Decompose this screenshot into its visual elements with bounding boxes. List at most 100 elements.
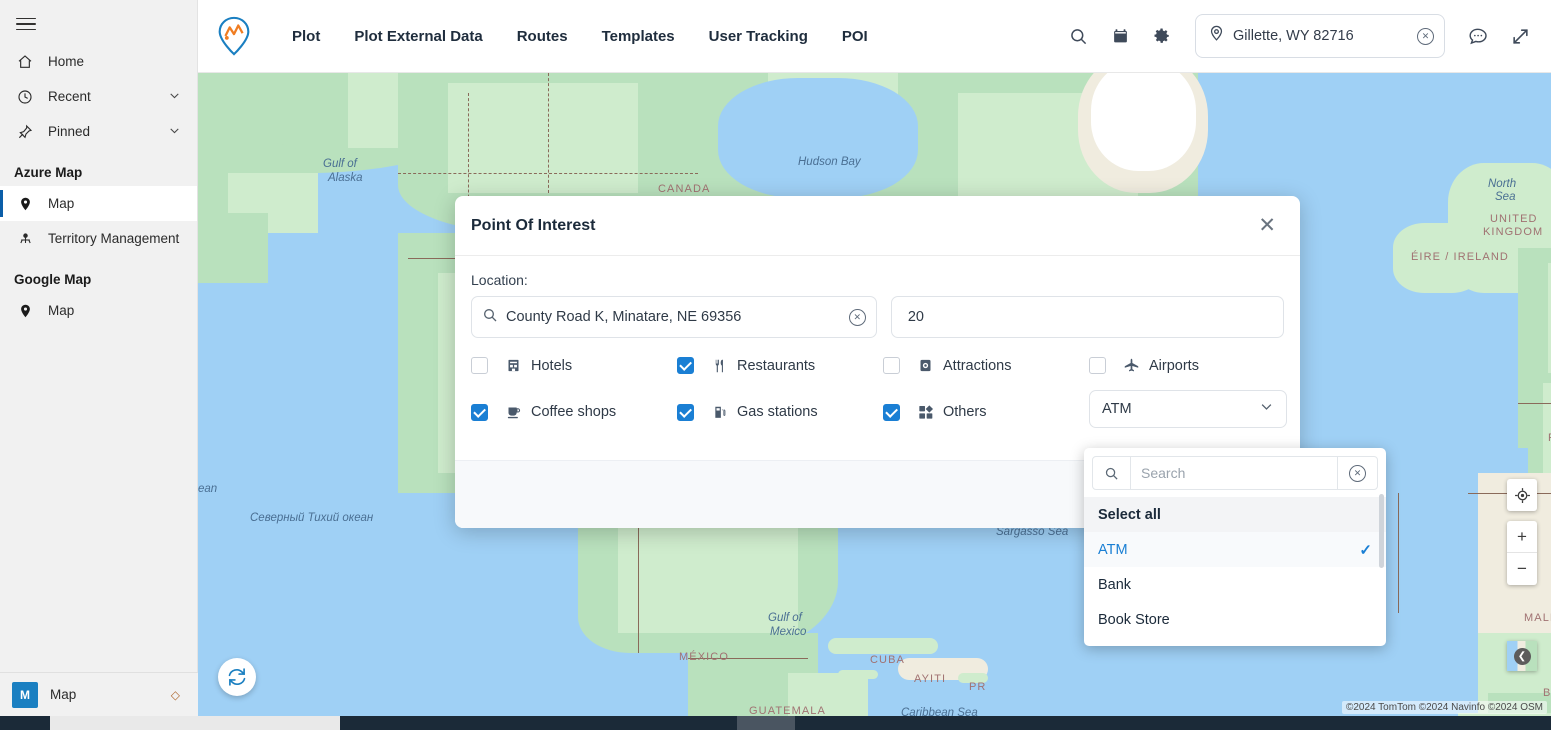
main-nav: Plot Plot External Data Routes Templates… (292, 28, 868, 45)
others-category-select[interactable]: ATM (1089, 390, 1287, 428)
location-pin-icon (1208, 25, 1225, 47)
checkbox-box[interactable] (677, 403, 694, 421)
application-window: Gulf of Alaska Hudson Bay CANADA North Sea UNI… (0, 0, 1551, 730)
sidebar-group-google-map: Google Map (14, 272, 92, 287)
zoom-out-icon[interactable]: − (1507, 553, 1537, 585)
top-navigation-bar: Plot Plot External Data Routes Templates… (198, 0, 1551, 73)
clear-icon[interactable]: ✕ (848, 308, 866, 326)
sidebar-item-home[interactable]: Home (0, 44, 197, 79)
taskbar-window-item[interactable] (50, 716, 340, 730)
os-taskbar[interactable] (0, 716, 1551, 730)
map-label: Caribbean Sea (901, 707, 978, 716)
home-icon (14, 53, 36, 71)
sidebar-item-google-map[interactable]: Map (0, 293, 197, 328)
location-row: County Road K, Minatare, NE 69356 ✕ 20 (471, 296, 1284, 338)
map-pin-icon (14, 195, 36, 213)
checkbox-label: Attractions (943, 357, 1012, 374)
map-pin-icon (14, 302, 36, 320)
location-input[interactable]: County Road K, Minatare, NE 69356 ✕ (471, 296, 877, 338)
map-label: ean (198, 483, 218, 495)
checkbox-box[interactable] (883, 403, 900, 421)
chevron-down-icon[interactable] (168, 89, 181, 105)
nav-templates[interactable]: Templates (602, 28, 675, 45)
dropdown-option-label: Select all (1098, 506, 1161, 523)
sidebar-item-recent[interactable]: Recent (0, 79, 197, 114)
checkbox-others[interactable]: Others (883, 396, 1089, 428)
refresh-button[interactable] (218, 658, 256, 696)
close-icon[interactable]: ✕ (1258, 215, 1276, 236)
chevron-down-icon[interactable] (168, 124, 181, 140)
dropdown-option-label: ATM (1098, 541, 1128, 558)
clear-icon[interactable]: ✕ (1417, 27, 1434, 45)
clear-icon[interactable]: ✕ (1337, 457, 1377, 489)
checkbox-attractions[interactable]: Attractions (883, 357, 1089, 374)
calendar-icon[interactable] (1107, 23, 1133, 49)
nav-poi[interactable]: POI (842, 28, 868, 45)
dropdown-scrollbar[interactable] (1379, 494, 1384, 568)
gas-pump-icon (710, 404, 729, 420)
sidebar-item-label: Pinned (48, 124, 91, 139)
sidebar-item-pinned[interactable]: Pinned (0, 114, 197, 149)
chevron-down-icon[interactable] (1259, 399, 1274, 419)
checkbox-box[interactable] (1089, 357, 1106, 374)
taskbar-secondary-item[interactable] (737, 716, 795, 730)
dropdown-option-atm[interactable]: ATM ✓ (1084, 532, 1386, 567)
sidebar-footer[interactable]: M Map ◇ (0, 672, 198, 716)
dropdown-search-input[interactable] (1131, 465, 1337, 481)
location-search-box[interactable]: Gillette, WY 82716 ✕ (1195, 14, 1445, 58)
checkbox-box[interactable] (883, 357, 900, 374)
checkbox-box[interactable] (471, 403, 488, 421)
zoom-in-icon[interactable]: + (1507, 521, 1537, 553)
gear-icon[interactable] (1149, 23, 1175, 49)
restaurant-icon (710, 358, 729, 374)
dropdown-option-book-store[interactable]: Book Store (1084, 602, 1386, 637)
pin-icon (14, 123, 36, 141)
caret-updown-icon[interactable]: ◇ (171, 688, 180, 702)
checkbox-box[interactable] (471, 357, 488, 374)
top-bar-actions: Gillette, WY 82716 ✕ (1065, 14, 1551, 58)
nav-routes[interactable]: Routes (517, 28, 568, 45)
minimap-thumbnail[interactable]: ❮ (1507, 641, 1537, 671)
others-select-value: ATM (1102, 401, 1132, 417)
avatar: M (12, 681, 38, 708)
dropdown-option-select-all[interactable]: Select all (1084, 497, 1386, 532)
checkbox-hotels[interactable]: Hotels (471, 357, 677, 374)
nav-plot[interactable]: Plot (292, 28, 320, 45)
radius-input[interactable]: 20 (890, 296, 1284, 338)
sidebar-footer-label: Map (50, 687, 77, 702)
checkbox-label: Restaurants (737, 357, 816, 374)
sidebar-item-label: Map (48, 196, 75, 211)
hamburger-icon[interactable] (12, 12, 40, 36)
dropdown-option-label: Book Store (1098, 611, 1170, 628)
checkbox-airports[interactable]: Airports (1089, 357, 1287, 374)
sidebar-item-azure-map[interactable]: Map (0, 186, 197, 221)
checkbox-coffee-shops[interactable]: Coffee shops (471, 396, 677, 428)
checkbox-restaurants[interactable]: Restaurants (677, 357, 883, 374)
poi-category-checkboxes: Hotels Restaurants Attractions Airports … (471, 357, 1287, 428)
nav-user-tracking[interactable]: User Tracking (709, 28, 808, 45)
dropdown-option-bank[interactable]: Bank (1084, 567, 1386, 602)
expand-icon[interactable] (1507, 23, 1533, 49)
checkbox-label: Coffee shops (531, 404, 617, 420)
location-input-value: County Road K, Minatare, NE 69356 (506, 309, 742, 325)
clock-icon (14, 88, 36, 106)
checkbox-gas-stations[interactable]: Gas stations (677, 396, 883, 428)
hotel-icon (504, 358, 523, 373)
app-logo[interactable] (198, 15, 270, 57)
chat-icon[interactable] (1465, 23, 1491, 49)
sidebar-primary-nav: Home Recent Pinned (0, 44, 197, 149)
search-icon (1093, 457, 1131, 489)
map-zoom-controls[interactable]: + − (1507, 521, 1537, 585)
dialog-header: Point Of Interest ✕ (455, 196, 1300, 256)
locate-icon[interactable] (1507, 479, 1537, 511)
search-icon[interactable] (1065, 23, 1091, 49)
checkbox-label: Others (943, 404, 987, 420)
collapse-minimap-icon[interactable]: ❮ (1513, 647, 1531, 665)
dropdown-search-row[interactable]: ✕ (1092, 456, 1378, 490)
checkbox-label: Airports (1149, 357, 1199, 374)
nav-plot-external-data[interactable]: Plot External Data (354, 28, 482, 45)
map-locate-control[interactable] (1507, 479, 1537, 511)
search-icon (482, 307, 498, 328)
checkbox-box[interactable] (677, 357, 694, 374)
sidebar-item-territory-management[interactable]: Territory Management (0, 221, 197, 256)
